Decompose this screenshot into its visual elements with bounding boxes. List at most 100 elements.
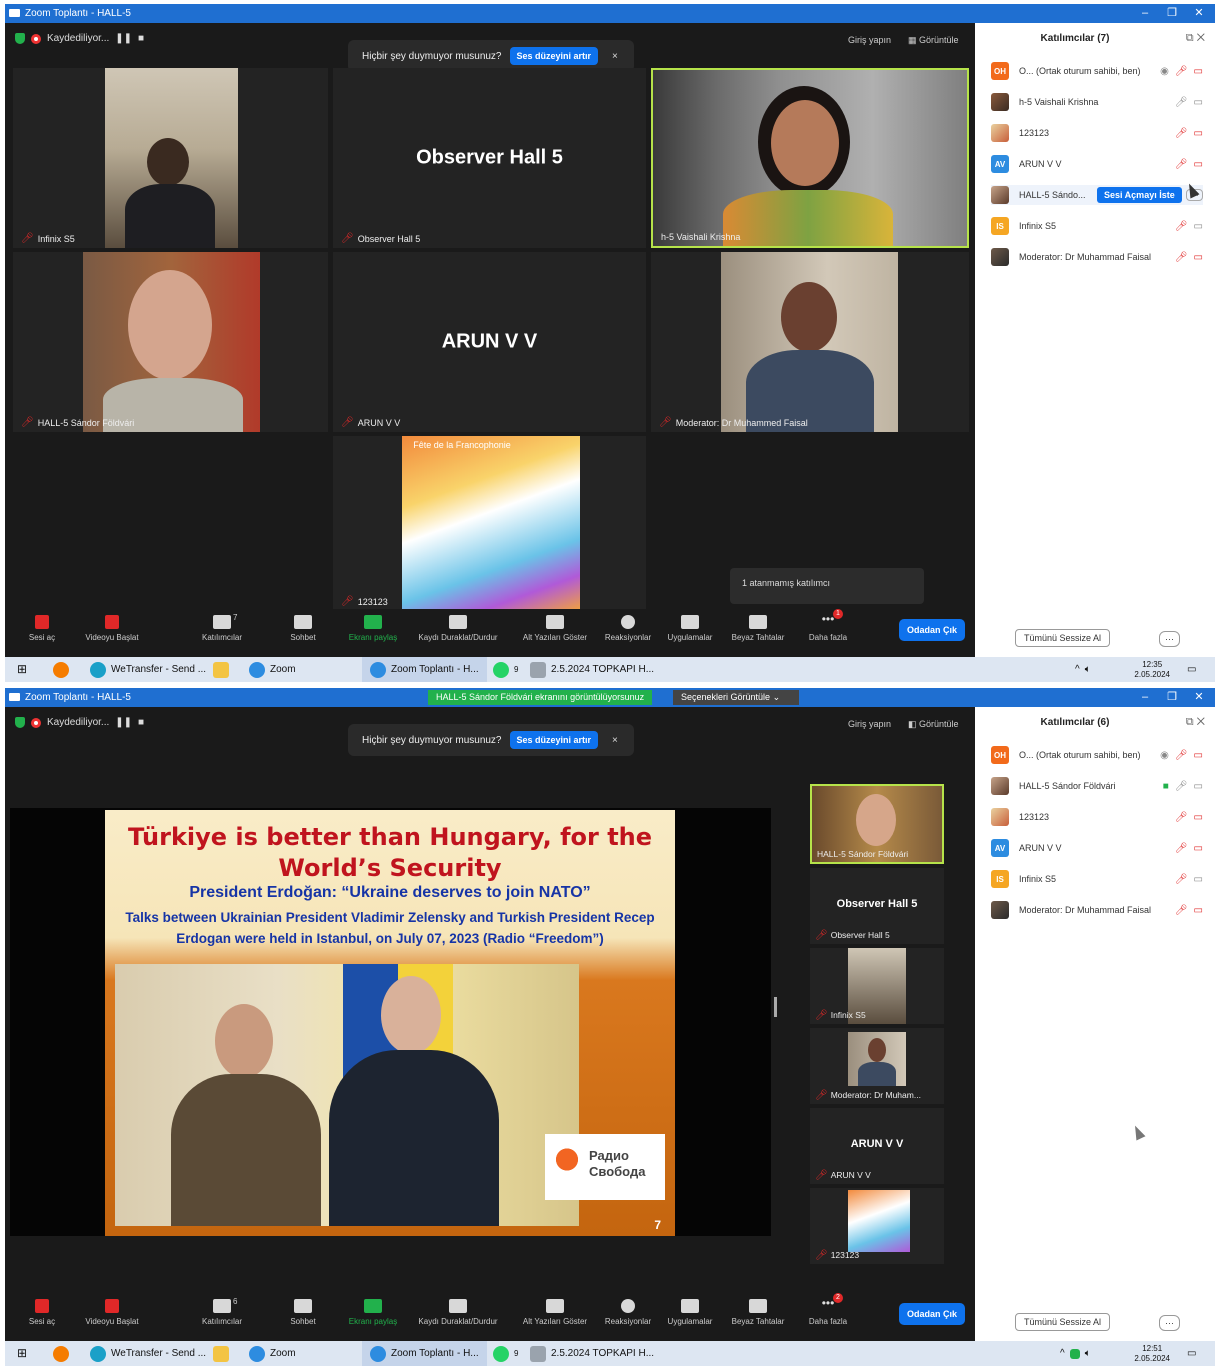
firefox-button[interactable] xyxy=(53,1341,69,1366)
close-panel-icon[interactable]: ✕ xyxy=(1197,716,1205,728)
start-button[interactable]: ⊞ xyxy=(17,1341,27,1366)
file-explorer-button[interactable] xyxy=(213,657,229,682)
popout-icon[interactable]: ⧉ xyxy=(1186,716,1194,728)
notifications-button[interactable]: ▭ xyxy=(1187,1341,1196,1366)
view-button[interactable]: ▦ Görüntüle xyxy=(908,35,959,46)
close-notice-icon[interactable]: × xyxy=(612,51,618,62)
minimize-icon[interactable]: – xyxy=(1135,688,1155,707)
firefox-button[interactable] xyxy=(53,657,69,682)
more-button[interactable]: ••• 1 Daha fazla xyxy=(793,609,863,642)
security-shield-icon[interactable] xyxy=(15,33,25,44)
participant-row[interactable]: OH O... (Ortak oturum sahibi, ben) ◉ 🎤︎ ▭ xyxy=(991,745,1203,765)
system-tray[interactable]: ^ 🔈︎ xyxy=(1075,657,1091,682)
popout-icon[interactable]: ⧉ xyxy=(1186,32,1194,44)
participant-row[interactable]: OH O... (Ortak oturum sahibi, ben) ◉ 🎤︎ ▭ xyxy=(991,61,1203,81)
security-shield-icon[interactable] xyxy=(15,717,25,728)
participant-row[interactable]: IS Infinix S5 🎤︎ ▭ xyxy=(991,869,1203,889)
participant-row[interactable]: Moderator: Dr Muhammad Faisal 🎤︎ ▭ xyxy=(991,900,1203,920)
video-tile[interactable]: 🎤︎ Moderator: Dr Muhammed Faisal xyxy=(651,252,969,432)
increase-volume-button[interactable]: Ses düzeyini artır xyxy=(509,731,599,749)
participant-row[interactable]: HALL-5 Sándor Földvári ■ 🎤︎ ▭ xyxy=(991,776,1203,796)
document-task[interactable]: 2.5.2024 TOPKAPI H... xyxy=(530,1341,654,1366)
restore-icon[interactable]: ❐ xyxy=(1162,4,1182,23)
thumbnail-tile[interactable]: Observer Hall 5 🎤︎ Observer Hall 5 xyxy=(810,868,944,944)
ask-to-unmute-button[interactable]: Sesi Açmayı İste xyxy=(1097,187,1182,203)
pause-icon[interactable]: ❚❚ xyxy=(115,717,132,728)
leave-room-button[interactable]: Odadan Çık xyxy=(898,619,965,641)
notifications-button[interactable]: ▭ xyxy=(1187,657,1196,682)
video-tile[interactable]: ARUN V V 🎤︎ ARUN V V xyxy=(333,252,646,432)
thumbnail-tile[interactable]: 🎤︎ Infinix S5 xyxy=(810,948,944,1024)
whatsapp-task[interactable]: 9 xyxy=(493,657,518,682)
more-button[interactable]: ••• 2 Daha fazla xyxy=(793,1293,863,1326)
pause-stop-recording-button[interactable]: Kaydı Duraklat/Durdur xyxy=(413,615,503,642)
clock[interactable]: 12:51 2.05.2024 xyxy=(1134,1344,1170,1364)
restore-icon[interactable]: ❐ xyxy=(1162,688,1182,707)
start-video-button[interactable]: Videoyu Başlat xyxy=(77,615,147,642)
zoom-task[interactable]: Zoom xyxy=(249,657,296,682)
start-video-button[interactable]: Videoyu Başlat xyxy=(77,1299,147,1326)
show-captions-button[interactable]: Alt Yazıları Göster xyxy=(515,1299,595,1326)
panel-more-button[interactable]: ··· xyxy=(1159,631,1180,647)
stop-icon[interactable]: ■ xyxy=(138,717,144,728)
shared-screen[interactable]: Türkiye is better than Hungary, for the … xyxy=(10,808,771,1236)
start-button[interactable]: ⊞ xyxy=(17,657,27,682)
file-explorer-button[interactable] xyxy=(213,1341,229,1366)
thumbnail-tile[interactable]: 🎤︎ Moderator: Dr Muham... xyxy=(810,1028,944,1104)
thumbnail-tile[interactable]: ARUN V V 🎤︎ ARUN V V xyxy=(810,1108,944,1184)
mute-all-button[interactable]: Tümünü Sessize Al xyxy=(1015,629,1111,647)
participant-row-hovered[interactable]: HALL-5 Sándo... Sesi Açmayı İste ··· xyxy=(991,185,1203,205)
video-tile[interactable]: Fête de la Francophonie 🎤︎ 123123 xyxy=(333,436,646,611)
document-task[interactable]: 2.5.2024 TOPKAPI H... xyxy=(530,657,654,682)
panel-more-button[interactable]: ··· xyxy=(1159,1315,1180,1331)
pause-stop-recording-button[interactable]: Kaydı Duraklat/Durdur xyxy=(413,1299,503,1326)
chat-button[interactable]: Sohbet xyxy=(268,615,338,642)
edge-task[interactable]: WeTransfer - Send ... xyxy=(90,657,206,682)
share-screen-button[interactable]: Ekranı paylaş xyxy=(338,615,408,642)
participant-row[interactable]: 123123 🎤︎ ▭ xyxy=(991,807,1203,827)
pause-icon[interactable]: ❚❚ xyxy=(115,33,132,44)
increase-volume-button[interactable]: Ses düzeyini artır xyxy=(509,47,599,65)
whatsapp-task[interactable]: 9 xyxy=(493,1341,518,1366)
view-options-button[interactable]: Seçenekleri Görüntüle ⌄ xyxy=(673,690,799,705)
clock[interactable]: 12:35 2.05.2024 xyxy=(1134,660,1170,680)
zoom-meeting-task[interactable]: Zoom Toplantı - H... xyxy=(362,657,487,682)
chat-button[interactable]: Sohbet xyxy=(268,1299,338,1326)
apps-button[interactable]: Uygulamalar xyxy=(655,615,725,642)
zoom-task[interactable]: Zoom xyxy=(249,1341,296,1366)
whiteboards-button[interactable]: Beyaz Tahtalar xyxy=(723,615,793,642)
leave-room-button[interactable]: Odadan Çık xyxy=(898,1303,965,1325)
video-tile[interactable]: 🎤︎ Infinix S5 xyxy=(13,68,328,248)
stop-icon[interactable]: ■ xyxy=(138,33,144,44)
reactions-button[interactable]: Reaksiyonlar xyxy=(593,615,663,642)
show-captions-button[interactable]: Alt Yazıları Göster xyxy=(515,615,595,642)
thumbnail-tile[interactable]: 🎤︎ 123123 xyxy=(810,1188,944,1264)
resize-handle[interactable] xyxy=(774,997,777,1017)
participant-row[interactable]: AV ARUN V V 🎤︎ ▭ xyxy=(991,838,1203,858)
apps-button[interactable]: Uygulamalar xyxy=(655,1299,725,1326)
view-button[interactable]: ◧ Görüntüle xyxy=(908,719,959,730)
minimize-icon[interactable]: – xyxy=(1135,4,1155,23)
participant-row[interactable]: h-5 Vaishali Krishna 🎤︎ ▭ xyxy=(991,92,1203,112)
unmute-button[interactable]: Sesi aç xyxy=(7,1299,77,1326)
active-speaker-tile[interactable]: h-5 Vaishali Krishna xyxy=(651,68,969,248)
unmute-button[interactable]: Sesi aç xyxy=(7,615,77,642)
video-tile[interactable]: Observer Hall 5 🎤︎ Observer Hall 5 xyxy=(333,68,646,248)
close-notice-icon[interactable]: × xyxy=(612,735,618,746)
participant-row[interactable]: 123123 🎤︎ ▭ xyxy=(991,123,1203,143)
close-icon[interactable]: ✕ xyxy=(1189,688,1209,707)
edge-task[interactable]: WeTransfer - Send ... xyxy=(90,1341,206,1366)
unassigned-participants-toast[interactable]: 1 atanmamış katılımcı xyxy=(730,568,924,604)
reactions-button[interactable]: Reaksiyonlar xyxy=(593,1299,663,1326)
close-panel-icon[interactable]: ✕ xyxy=(1197,32,1205,44)
sign-in-link[interactable]: Giriş yapın xyxy=(848,719,891,729)
system-tray[interactable]: ^ 🔈︎ xyxy=(1060,1341,1091,1366)
zoom-meeting-task[interactable]: Zoom Toplantı - H... xyxy=(362,1341,487,1366)
participants-button[interactable]: 7 Katılımcılar xyxy=(187,613,257,642)
mute-all-button[interactable]: Tümünü Sessize Al xyxy=(1015,1313,1111,1331)
thumbnail-tile[interactable]: HALL-5 Sándor Földvári xyxy=(810,784,944,864)
participants-button[interactable]: 6 Katılımcılar xyxy=(187,1297,257,1326)
video-tile[interactable]: 🎤︎ HALL-5 Sándor Földvári xyxy=(13,252,328,432)
sign-in-link[interactable]: Giriş yapın xyxy=(848,35,891,45)
participant-row[interactable]: AV ARUN V V 🎤︎ ▭ xyxy=(991,154,1203,174)
